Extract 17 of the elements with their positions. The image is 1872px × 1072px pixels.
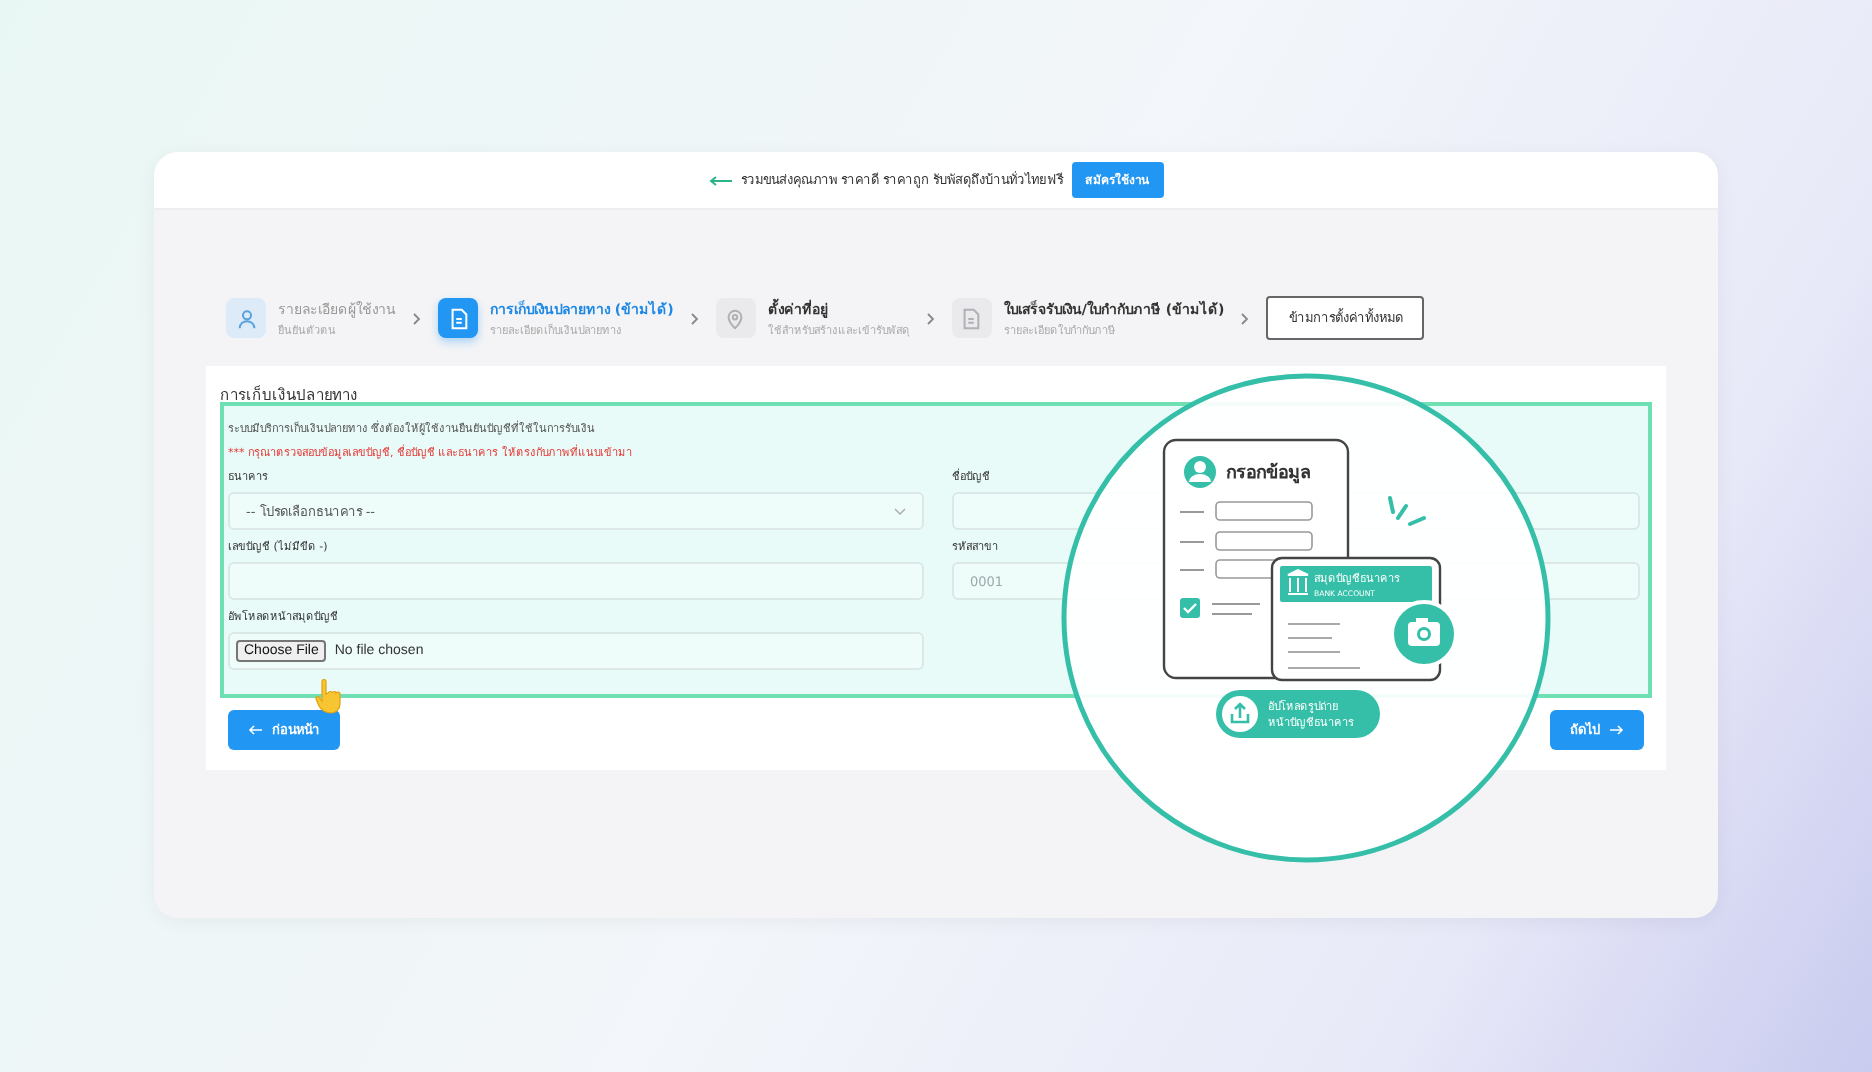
sheet-title: กรอกข้อมูล [1226, 464, 1312, 484]
user-icon [235, 307, 257, 329]
location-pin-icon [724, 307, 747, 329]
chevron-right-icon [412, 311, 422, 325]
chevron-right-icon [925, 311, 936, 325]
chevron-right-icon [689, 311, 700, 325]
arrow-icon [708, 175, 733, 185]
arrow-left-icon [248, 724, 262, 736]
sparkle-icon [1388, 496, 1426, 526]
caret-icon [894, 507, 906, 515]
document-icon [960, 307, 983, 329]
upload-icon [1222, 696, 1258, 732]
arrow-right-icon [1610, 724, 1624, 736]
pointer-hand-icon [314, 678, 346, 714]
document-icon [447, 307, 469, 329]
chevron-right-icon [1240, 311, 1251, 325]
camera-icon [1390, 600, 1458, 668]
